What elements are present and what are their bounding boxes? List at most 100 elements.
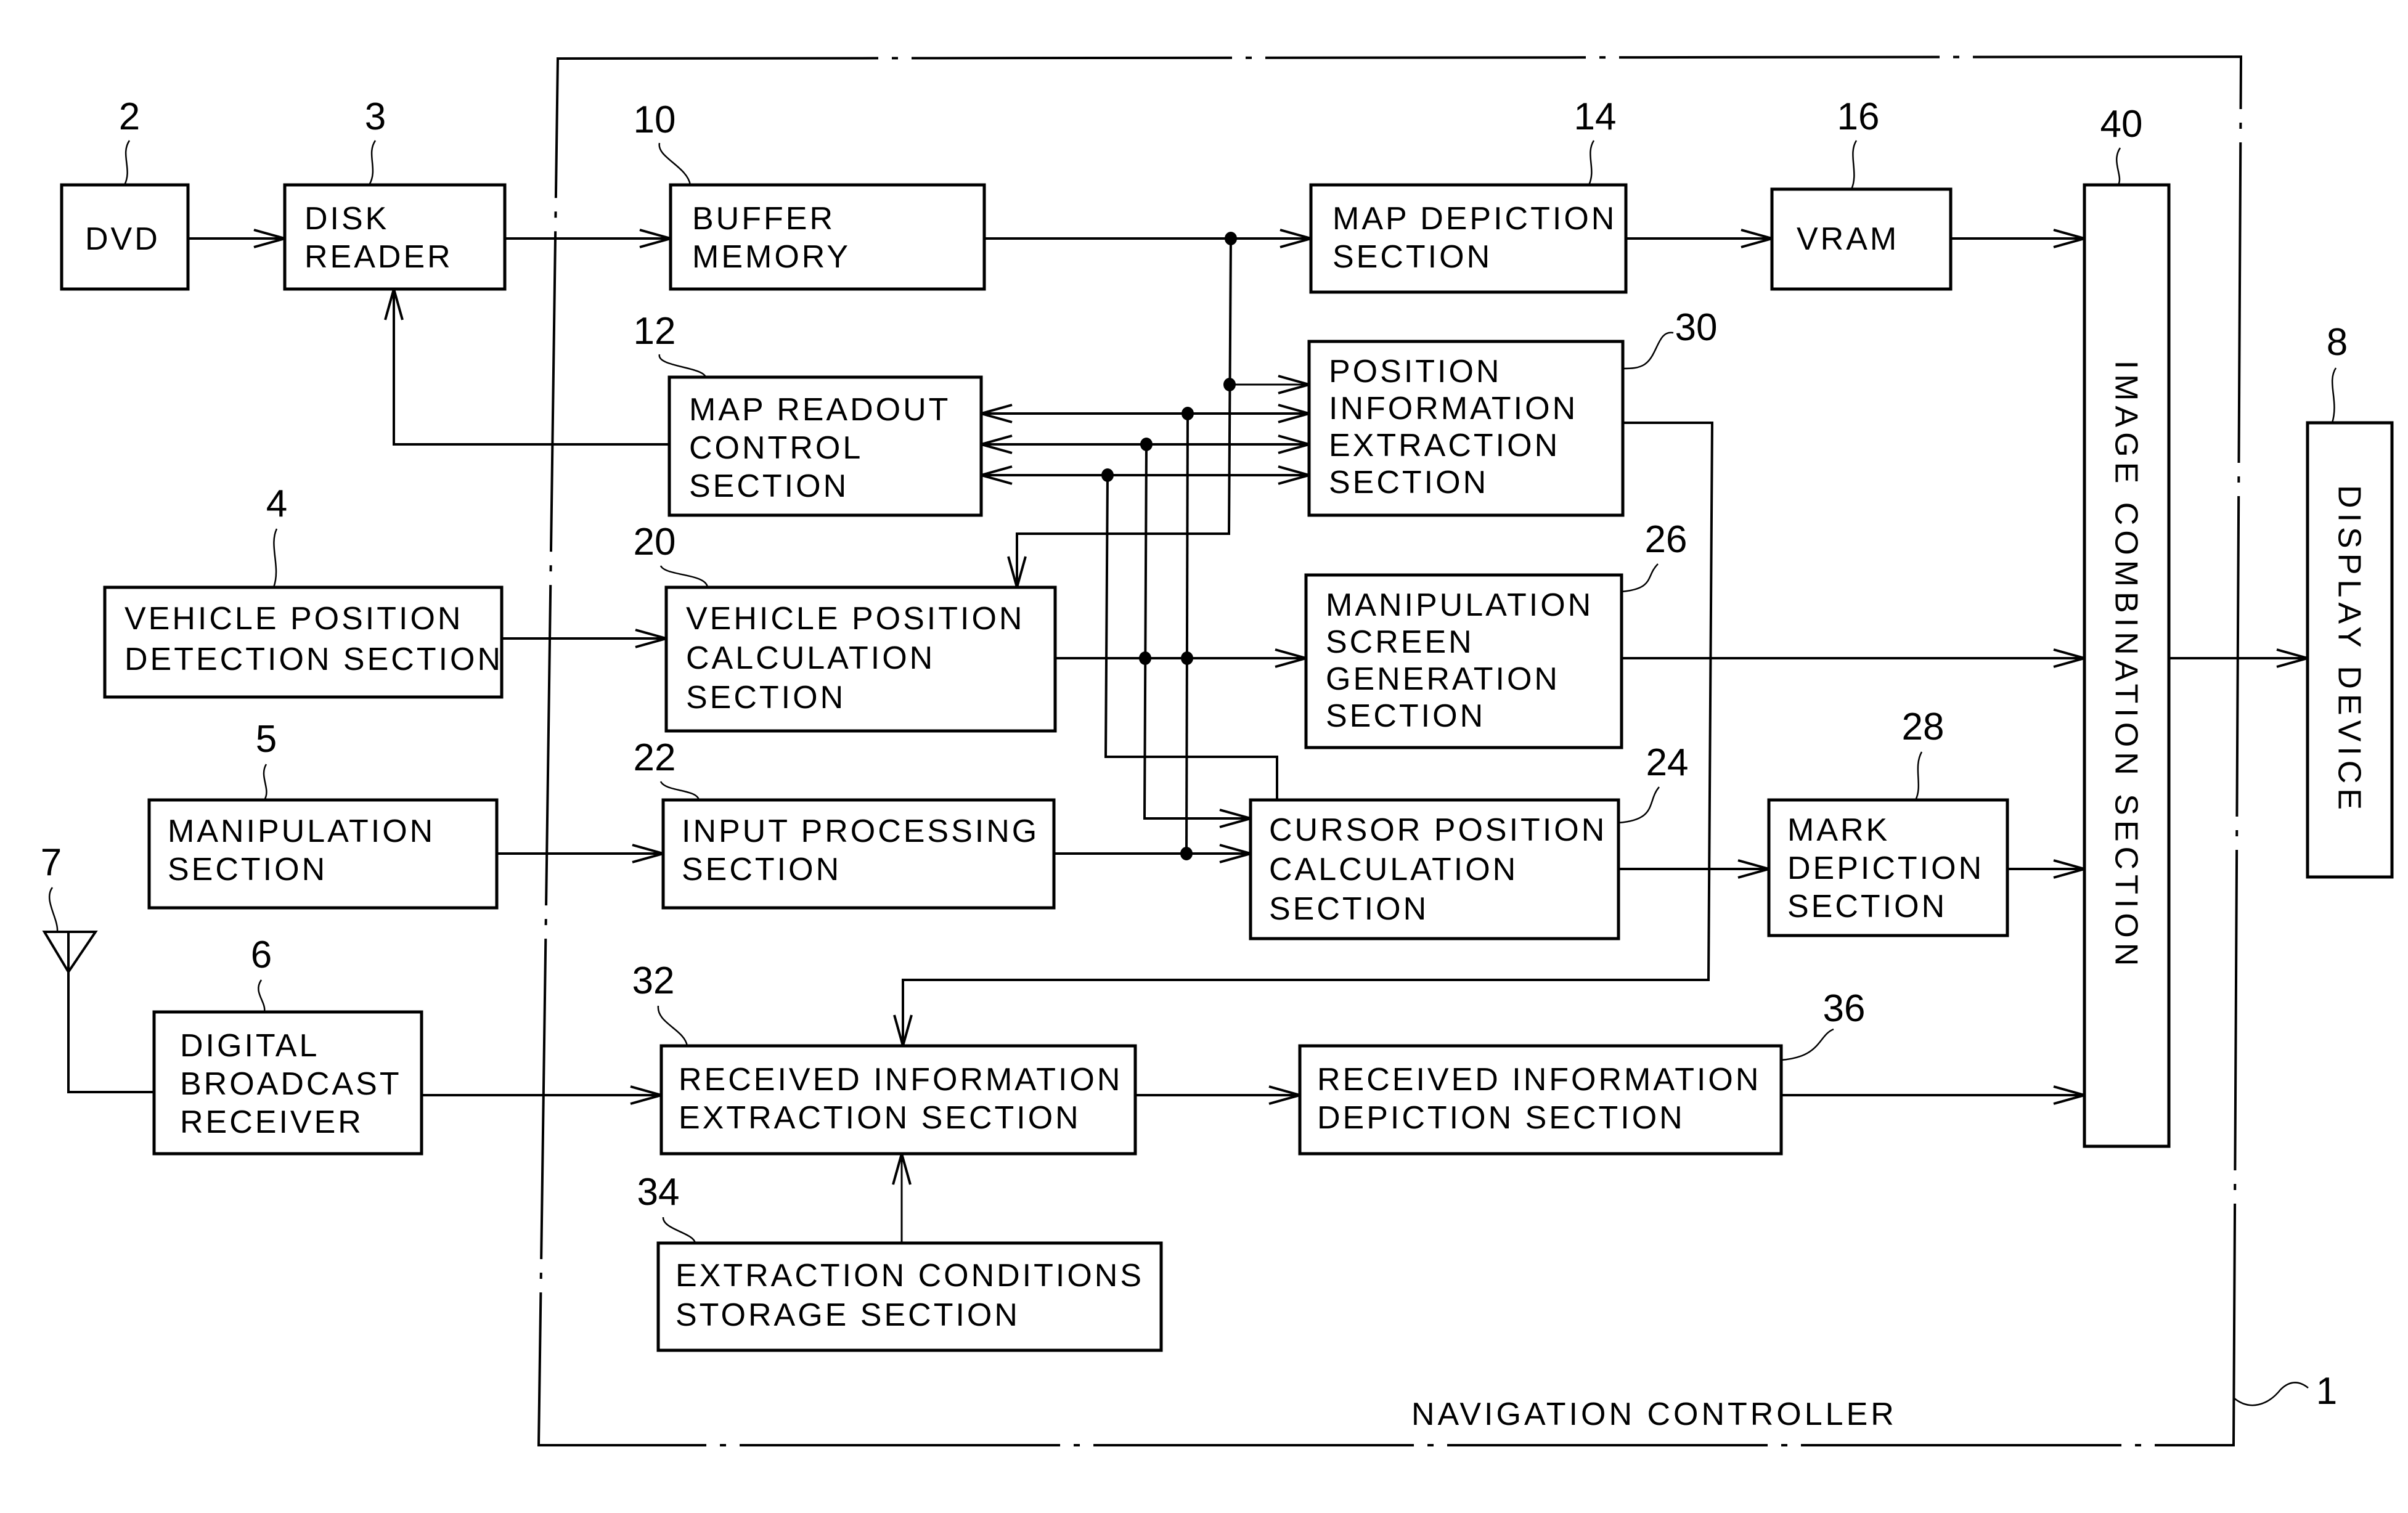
ref-16: 16 xyxy=(1837,96,1880,190)
leader-line xyxy=(272,528,278,588)
block-digital-broadcast-receiver: DIGITALBROADCASTRECEIVER xyxy=(152,1010,423,1156)
block-disk-reader: DISKREADER xyxy=(283,183,507,291)
block-label-line: CONTROL xyxy=(689,430,863,466)
block-position-information-extraction: POSITIONINFORMATIONEXTRACTIONSECTION xyxy=(1307,340,1625,517)
ref-32: 32 xyxy=(632,960,688,1046)
junction-dots xyxy=(1101,232,1237,860)
ref-6: 6 xyxy=(251,934,272,1013)
block-extraction-conditions-storage: EXTRACTION CONDITIONSSTORAGE SECTION xyxy=(656,1241,1163,1352)
reference-number: 4 xyxy=(266,483,287,525)
ref-40: 40 xyxy=(2100,103,2142,186)
block-vram: VRAM xyxy=(1770,187,1953,291)
junction-dot xyxy=(1223,378,1236,391)
block-label-line: POSITION xyxy=(1329,354,1501,389)
reference-number: 16 xyxy=(1837,96,1880,138)
reference-number: 6 xyxy=(251,934,272,976)
reference-number: 22 xyxy=(634,736,676,779)
block-label-line: VEHICLE POSITION xyxy=(686,601,1024,637)
leader-line xyxy=(123,140,131,186)
block-label-line: CURSOR POSITION xyxy=(1269,812,1607,848)
block-label-line: EXTRACTION xyxy=(1329,428,1560,463)
block-label-line: EXTRACTION CONDITIONS xyxy=(675,1258,1144,1294)
antenna-icon xyxy=(42,931,98,974)
block-label-line: SECTION xyxy=(1326,698,1485,734)
reference-number: 14 xyxy=(1574,96,1617,138)
ref-1: 1 xyxy=(2316,1370,2337,1413)
block-label: IMAGE COMBINATION SECTION xyxy=(2108,361,2144,971)
block-manipulation-screen-generation: MANIPULATIONSCREENGENERATIONSECTION xyxy=(1304,573,1623,749)
ref-4: 4 xyxy=(266,483,287,588)
leader-line xyxy=(662,1217,696,1244)
block-label-line: SECTION xyxy=(1787,889,1947,924)
block-label: DISPLAY DEVICE xyxy=(2332,485,2367,815)
block-buffer-memory: BUFFERMEMORY xyxy=(669,183,986,291)
leader-line xyxy=(1588,140,1595,186)
block-received-information-depiction: RECEIVED INFORMATIONDEPICTION SECTION xyxy=(1298,1044,1783,1156)
junction-dot xyxy=(1181,651,1193,665)
wire-map-readout-to-disk-reader xyxy=(393,289,669,446)
ref-12: 12 xyxy=(634,310,707,378)
junction-dot xyxy=(1225,232,1237,245)
ref-28: 28 xyxy=(1902,706,1944,801)
block-mark-depiction: MARKDEPICTIONSECTION xyxy=(1767,798,2009,937)
block-label-line: SCREEN xyxy=(1326,624,1474,660)
block-label-line: MANIPULATION xyxy=(1326,587,1593,623)
block-map-readout-control: MAP READOUTCONTROLSECTION xyxy=(667,375,983,517)
leader-line xyxy=(659,565,709,588)
ref-20: 20 xyxy=(634,521,709,588)
ref-8: 8 xyxy=(2327,321,2348,423)
wire-antenna-to-receiver xyxy=(67,972,154,1093)
block-label-line: SECTION xyxy=(686,680,846,716)
block-label-line: VRAM xyxy=(1797,221,1899,257)
leader-line xyxy=(1618,786,1660,824)
blocks: DVDDISKREADERBUFFERMEMORYMAP DEPICTIONSE… xyxy=(60,183,2394,1352)
reference-number: 10 xyxy=(634,99,676,141)
block-label-line: READER xyxy=(304,239,453,275)
block-label-line: SECTION xyxy=(168,852,327,887)
reference-number: 26 xyxy=(1645,518,1688,561)
block-label-line: BROADCAST xyxy=(180,1066,402,1102)
wire-tap-c xyxy=(1143,444,1251,820)
block-label-line: VEHICLE POSITION xyxy=(124,601,463,637)
leader-line xyxy=(263,764,267,801)
reference-number: 20 xyxy=(634,521,676,563)
reference-number: 34 xyxy=(637,1171,680,1213)
reference-number: 36 xyxy=(1823,987,1866,1030)
leader-line xyxy=(658,142,692,186)
junction-dot xyxy=(1139,651,1151,665)
block-vehicle-position-detection: VEHICLE POSITION DETECTION SECTION xyxy=(103,585,504,699)
ref-26: 26 xyxy=(1621,518,1688,593)
block-label-line: DVD xyxy=(85,221,160,257)
block-label-line: MAP DEPICTION xyxy=(1333,201,1617,237)
reference-number: 3 xyxy=(365,96,386,138)
junction-dot xyxy=(1182,407,1194,420)
reference-number: 32 xyxy=(632,960,675,1002)
block-label-line: MEMORY xyxy=(692,239,851,275)
block-display-device: DISPLAY DEVICE xyxy=(2306,421,2394,879)
block-label-line: CALCULATION xyxy=(1269,852,1518,887)
reference-number: 12 xyxy=(634,310,676,353)
block-received-information-extraction: RECEIVED INFORMATIONEXTRACTION SECTION xyxy=(659,1044,1137,1156)
block-label-line: DISK xyxy=(304,201,389,237)
block-label-line: RECEIVED INFORMATION xyxy=(1317,1062,1761,1098)
block-image-combination: IMAGE COMBINATION SECTION xyxy=(2083,183,2171,1148)
leader-line xyxy=(659,781,700,801)
leader-line xyxy=(2116,147,2121,186)
block-label-line: SECTION xyxy=(1333,239,1492,275)
ref-3: 3 xyxy=(365,96,386,186)
leader-line xyxy=(1781,1028,1834,1061)
leader-line xyxy=(1622,332,1674,370)
block-label-line: CALCULATION xyxy=(686,640,935,676)
arrowheads xyxy=(253,229,2312,1185)
ref-2: 2 xyxy=(119,96,140,186)
ref-7: 7 xyxy=(41,841,62,932)
block-label-line: SECTION xyxy=(682,852,841,887)
reference-number: 5 xyxy=(256,718,277,761)
leader-line xyxy=(1850,140,1858,190)
ref-10: 10 xyxy=(634,99,692,186)
leader-line xyxy=(258,979,266,1013)
block-label-line: STORAGE SECTION xyxy=(675,1297,1020,1333)
junction-dot xyxy=(1140,438,1153,451)
ref-14: 14 xyxy=(1574,96,1617,186)
block-label-line: DETECTION SECTION xyxy=(124,642,503,677)
